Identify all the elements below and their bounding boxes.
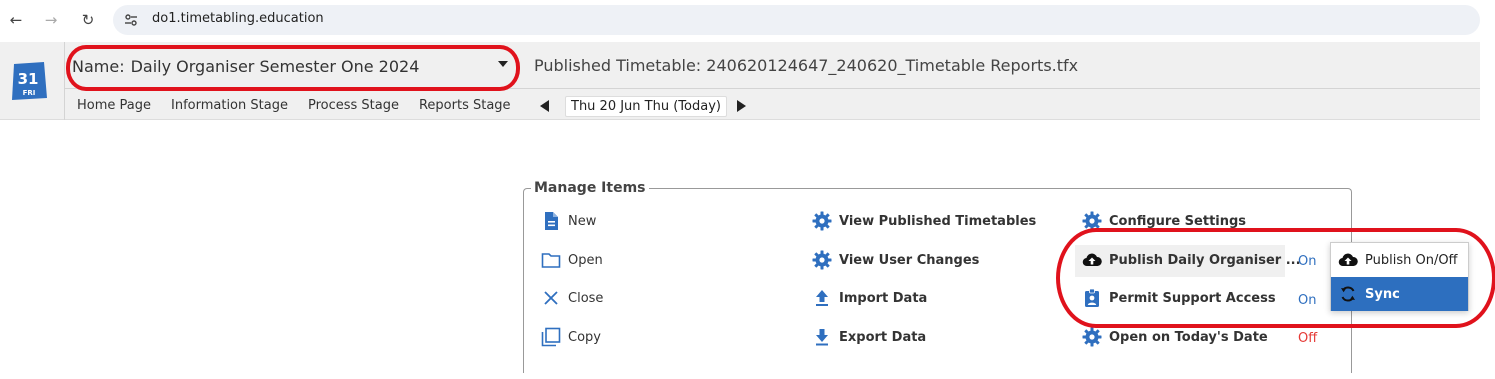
- publish-annotation-outline: [1056, 228, 1495, 328]
- gear-icon: [811, 210, 833, 232]
- tab-reports-stage[interactable]: Reports Stage: [419, 98, 511, 113]
- open-label: Open: [568, 252, 603, 268]
- tab-home-page[interactable]: Home Page: [77, 98, 151, 113]
- close-label: Close: [568, 290, 604, 306]
- export-data-item[interactable]: Export Data: [811, 324, 926, 350]
- configure-settings-label: Configure Settings: [1109, 213, 1247, 229]
- current-date-display[interactable]: Thu 20 Jun Thu (Today): [565, 95, 727, 117]
- view-published-timetables-label: View Published Timetables: [839, 213, 1037, 229]
- browser-toolbar: ← → ↻ do1.timetabling.education: [0, 0, 1495, 40]
- export-data-label: Export Data: [839, 329, 927, 345]
- next-day-icon[interactable]: [736, 100, 746, 112]
- import-data-label: Import Data: [839, 290, 928, 306]
- name-annotation-outline: [66, 45, 520, 91]
- open-item[interactable]: Open: [540, 247, 603, 273]
- view-user-changes-label: View User Changes: [839, 252, 980, 268]
- close-item[interactable]: Close: [540, 285, 603, 311]
- gear-icon: [811, 249, 833, 271]
- gear-icon: [1081, 326, 1103, 348]
- view-published-timetables-item[interactable]: View Published Timetables: [811, 208, 1036, 234]
- open-on-todays-date-label: Open on Today's Date: [1109, 329, 1268, 345]
- published-timetable-title: Published Timetable: 240620124647_240620…: [534, 56, 1079, 75]
- logo-day-number: 31: [18, 70, 39, 88]
- folder-icon: [540, 249, 562, 271]
- view-user-changes-item[interactable]: View User Changes: [811, 247, 979, 273]
- copy-icon: [540, 326, 562, 348]
- document-icon: [540, 210, 562, 232]
- address-bar[interactable]: do1.timetabling.education: [113, 5, 1480, 35]
- logo-day-label: FRI: [23, 89, 36, 97]
- tab-process-stage[interactable]: Process Stage: [308, 98, 399, 113]
- forward-arrow-icon[interactable]: →: [40, 9, 62, 31]
- previous-day-icon[interactable]: [540, 100, 549, 112]
- reload-icon[interactable]: ↻: [77, 9, 99, 31]
- header-divider: [64, 42, 65, 120]
- tab-information-stage[interactable]: Information Stage: [171, 98, 288, 113]
- calendar-logo-icon[interactable]: 31 FRI: [8, 60, 50, 102]
- date-navigator: Thu 20 Jun Thu (Today): [540, 94, 746, 118]
- site-settings-icon[interactable]: [124, 13, 138, 27]
- copy-label: Copy: [568, 329, 601, 345]
- back-arrow-icon[interactable]: ←: [5, 9, 27, 31]
- open-on-todays-date-state: Off: [1298, 331, 1318, 346]
- stage-tabs: Home Page Information Stage Process Stag…: [77, 98, 531, 113]
- copy-item[interactable]: Copy: [540, 324, 601, 350]
- new-label: New: [568, 213, 597, 229]
- import-data-item[interactable]: Import Data: [811, 285, 927, 311]
- manage-items-legend: Manage Items: [531, 180, 649, 196]
- close-icon: [540, 287, 562, 309]
- new-item[interactable]: New: [540, 208, 596, 234]
- upload-icon: [811, 287, 833, 309]
- url-text: do1.timetabling.education: [152, 11, 324, 26]
- download-icon: [811, 326, 833, 348]
